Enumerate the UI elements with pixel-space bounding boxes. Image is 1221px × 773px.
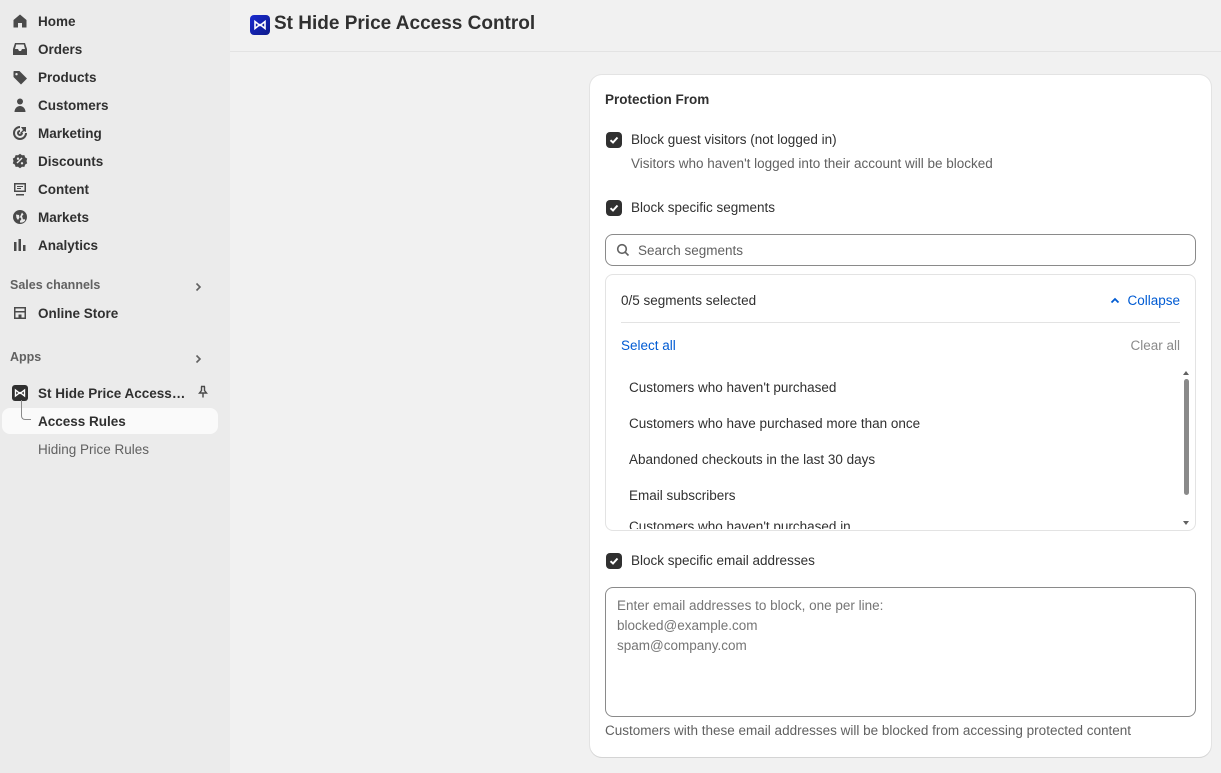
select-all-button[interactable]: Select all [621,338,676,353]
sidebar-item-customers[interactable]: Customers [0,92,218,118]
segment-item[interactable]: Customers who haven't purchased [629,380,836,395]
sidebar-item-label: Analytics [38,237,99,253]
collapse-button[interactable]: Collapse [1109,293,1180,308]
divider [621,322,1180,323]
collapse-label: Collapse [1127,293,1180,308]
sidebar-item-app[interactable]: St Hide Price Access ... [0,380,218,406]
sidebar-subitem-label: Hiding Price Rules [38,441,150,457]
globe-icon [12,209,28,225]
scroll-down-arrow[interactable] [1183,521,1189,525]
sidebar-item-analytics[interactable]: Analytics [0,232,218,258]
search-icon [616,243,630,257]
segment-item[interactable]: Email subscribers [629,488,736,503]
sidebar-item-label: Discounts [38,153,104,169]
tag-icon [12,69,28,85]
bar-chart-icon [12,237,28,253]
sidebar-item-label: Markets [38,209,90,225]
emails-checkbox-label[interactable]: Block specific email addresses [631,553,815,568]
sidebar-item-label: Customers [38,97,109,113]
chevron-right-icon[interactable] [192,281,204,293]
segment-item[interactable]: Customers who have purchased more than o… [629,416,920,431]
sidebar-item-content[interactable]: Content [0,176,218,202]
target-icon [12,125,28,141]
clear-all-button[interactable]: Clear all [1130,338,1180,353]
person-icon [12,97,28,113]
sidebar-item-label: Marketing [38,125,102,141]
segment-scrollbar[interactable] [1182,369,1192,527]
sidebar-item-label: Products [38,69,97,85]
segment-list: Customers who haven't purchased Customer… [606,369,1184,529]
sidebar-item-online-store[interactable]: Online Store [0,300,218,326]
segment-item[interactable]: Customers who haven't purchased in [629,519,851,529]
sidebar-item-orders[interactable]: Orders [0,36,218,62]
page-title: St Hide Price Access Control [274,13,536,34]
segments-checkbox[interactable] [606,200,622,216]
discount-icon [12,153,28,169]
sidebar-subitem-hiding-price-rules[interactable]: Hiding Price Rules [2,436,218,462]
protection-card: Protection From Block guest visitors (no… [590,75,1211,757]
segment-item[interactable]: Abandoned checkouts in the last 30 days [629,452,875,467]
card-title: Protection From [605,92,710,107]
store-icon [12,305,28,321]
email-addresses-textarea[interactable] [605,587,1196,717]
app-logo-icon [250,15,270,35]
sidebar-item-marketing[interactable]: Marketing [0,120,218,146]
sidebar-subitem-label: Access Rules [38,413,126,429]
scrollbar-thumb[interactable] [1184,379,1189,495]
inbox-icon [12,41,28,57]
app-logo-icon [12,385,28,401]
tree-connector [21,400,31,420]
sidebar-item-products[interactable]: Products [0,64,218,90]
segment-count: 0/5 segments selected [621,293,757,308]
sidebar: Home Orders Products Customers Marketing… [0,0,230,773]
email-help-text: Customers with these email addresses wil… [605,723,1131,738]
sidebar-item-label: Content [38,181,89,197]
guest-help-text: Visitors who haven't logged into their a… [631,156,993,171]
home-icon [12,13,28,29]
chevron-right-icon[interactable] [192,353,204,365]
scroll-up-arrow[interactable] [1183,371,1189,375]
sidebar-item-label: Online Store [38,305,119,321]
sidebar-item-label: Home [38,13,76,29]
check-icon [609,204,619,212]
page-header: St Hide Price Access Control [230,0,1221,52]
chevron-up-icon [1111,297,1120,303]
sidebar-item-label: St Hide Price Access ... [38,385,186,401]
check-icon [609,557,619,565]
segments-checkbox-label[interactable]: Block specific segments [631,200,775,215]
sidebar-subitem-access-rules[interactable]: Access Rules [2,400,218,434]
content-icon [12,181,28,197]
sidebar-item-home[interactable]: Home [0,8,218,34]
pin-icon[interactable] [196,385,210,399]
sidebar-item-label: Orders [38,41,83,57]
sidebar-item-markets[interactable]: Markets [0,204,218,230]
check-icon [609,136,619,144]
apps-title: Apps [10,350,42,364]
emails-checkbox[interactable] [606,553,622,569]
guest-checkbox-label[interactable]: Block guest visitors (not logged in) [631,132,837,147]
segment-search[interactable] [605,234,1196,266]
sales-channels-title: Sales channels [10,278,101,292]
segment-panel: 0/5 segments selected Collapse Select al… [605,274,1196,531]
segment-search-input[interactable] [638,242,1178,258]
sidebar-item-discounts[interactable]: Discounts [0,148,218,174]
guest-checkbox[interactable] [606,132,622,148]
